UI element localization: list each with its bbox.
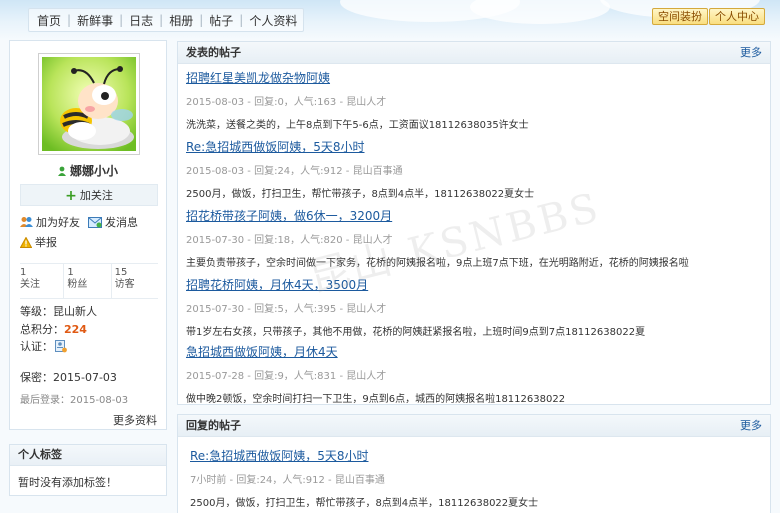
fans-label: 粉丝: [67, 279, 88, 290]
list-item: 招聘红星美凯龙做杂物阿姨 2015-08-03 - 回复:0，人气:163 - …: [186, 69, 762, 131]
birthday-row: 保密：2015-07-03: [20, 369, 117, 385]
post-title-link[interactable]: Re:急招城西做饭阿姨，5天8小时: [190, 447, 766, 464]
post-excerpt: 带1岁左右女孩，只带孩子，其他不用做，花桥的阿姨赶紧报名啦，上班时间9点到7点1…: [186, 327, 646, 338]
birthday-value: 2015-07-03: [53, 371, 117, 384]
nav-separator: |: [119, 13, 124, 27]
level-value: 昆山新人: [53, 305, 97, 318]
level-label: 等级：: [20, 305, 53, 318]
nav-profile[interactable]: 个人资料: [249, 12, 297, 29]
avatar[interactable]: [42, 57, 136, 151]
post-excerpt: 洗洗菜，送餐之类的，上午8点到下午5-6点，工资面议18112638035许女士: [186, 120, 529, 131]
add-friend-icon: [20, 217, 33, 227]
nav-blog[interactable]: 日志: [129, 12, 153, 29]
last-login-value: 2015-08-03: [70, 395, 129, 406]
following-count: 1: [20, 267, 27, 278]
list-item: 急招城西做饭阿姨，月休4天 2015-07-28 - 回复:9，人气:831 -…: [186, 343, 762, 405]
top-nav: 首页 | 新鲜事 | 日志 | 相册 | 帖子 | 个人资料: [28, 8, 304, 32]
follow-button[interactable]: + 加关注: [20, 184, 158, 206]
list-item: 招花桥带孩子阿姨，做6休一，3200月 2015-07-30 - 回复:18，人…: [186, 207, 762, 269]
replied-threads-panel: 回复的帖子 更多 Re:急招城西做饭阿姨，5天8小时 7小时前 - 回复:24，…: [177, 414, 771, 513]
visitors-label: 访客: [114, 279, 135, 290]
post-title-link[interactable]: 招聘红星美凯龙做杂物阿姨: [186, 69, 762, 86]
personal-tags-box: 个人标签 暂时没有添加标签！: [9, 444, 167, 496]
list-item: Re:急招城西做饭阿姨，5天8小时 2015-08-03 - 回复:24，人气:…: [186, 138, 762, 200]
personal-tags-title: 个人标签: [10, 445, 166, 466]
id-card-icon[interactable]: [55, 339, 67, 353]
warning-icon: [20, 236, 32, 248]
nav-album[interactable]: 相册: [169, 12, 193, 29]
nav-separator: |: [199, 13, 204, 27]
post-excerpt: 做中晚2顿饭，空余时间打扫一下卫生，9点到6点，城西的阿姨报名啦18112638…: [186, 394, 566, 405]
replied-more-link[interactable]: 更多: [740, 415, 762, 436]
post-meta: 2015-07-30 - 回复:5，人气:395 - 昆山人才: [186, 304, 387, 315]
points-row: 总积分：224: [20, 321, 87, 337]
post-title-link[interactable]: Re:急招城西做饭阿姨，5天8小时: [186, 138, 762, 155]
points-value: 224: [64, 323, 87, 336]
post-excerpt: 主要负责带孩子，空余时间做一下家务，花桥的阿姨报名啦，9点上班7点下班，在光明路…: [186, 258, 689, 269]
list-item: Re:急招城西做饭阿姨，5天8小时 7小时前 - 回复:24，人气:912 - …: [190, 447, 766, 509]
post-title-link[interactable]: 招聘花桥阿姨，月休4天，3500月: [186, 276, 762, 293]
envelope-icon: [88, 216, 102, 228]
verify-row: 认证：: [20, 338, 67, 354]
post-title-link[interactable]: 招花桥带孩子阿姨，做6休一，3200月: [186, 207, 762, 224]
plus-icon: +: [65, 188, 77, 204]
personal-center-button[interactable]: 个人中心: [709, 8, 765, 25]
nav-separator: |: [239, 13, 244, 27]
more-info-link[interactable]: 更多资料: [113, 412, 157, 428]
post-meta: 2015-07-30 - 回复:18，人气:820 - 昆山人才: [186, 235, 393, 246]
last-login-label: 最后登录：: [20, 395, 70, 406]
replied-threads-title: 回复的帖子: [186, 419, 241, 432]
nav-news[interactable]: 新鲜事: [77, 12, 113, 29]
send-message-label: 发消息: [105, 216, 138, 229]
user-stats: 1 关注 1 粉丝 15 访客: [20, 263, 158, 299]
following-label: 关注: [20, 279, 40, 290]
follow-label: 加关注: [79, 189, 113, 202]
add-friend-label: 加为好友: [36, 216, 80, 229]
fans-stat[interactable]: 1 粉丝: [63, 264, 110, 298]
post-meta: 2015-08-03 - 回复:0，人气:163 - 昆山人才: [186, 97, 387, 108]
nav-separator: |: [159, 13, 164, 27]
username[interactable]: 娜娜小小: [10, 162, 166, 179]
list-item: 招聘花桥阿姨，月休4天，3500月 2015-07-30 - 回复:5，人气:3…: [186, 276, 762, 338]
nav-posts[interactable]: 帖子: [209, 12, 233, 29]
last-login-row: 最后登录：2015-08-03: [20, 391, 128, 406]
post-excerpt: 2500月，做饭，打扫卫生，帮忙带孩子，8点到4点半，18112638022夏女…: [186, 189, 535, 200]
posted-threads-panel: 发表的帖子 更多 招聘红星美凯龙做杂物阿姨 2015-08-03 - 回复:0，…: [177, 41, 771, 405]
username-text: 娜娜小小: [69, 164, 118, 178]
level-row: 等级：昆山新人: [20, 303, 97, 319]
personal-tags-empty: 暂时没有添加标签！: [18, 476, 117, 489]
avatar-frame: [38, 53, 140, 155]
space-decorate-button[interactable]: 空间装扮: [652, 8, 708, 25]
report-label: 举报: [35, 236, 57, 249]
following-stat[interactable]: 1 关注: [20, 264, 63, 298]
birthday-label: 保密：: [20, 371, 53, 384]
visitors-stat[interactable]: 15 访客: [110, 264, 158, 298]
visitors-count: 15: [114, 267, 128, 278]
report-link[interactable]: 举报: [20, 234, 57, 250]
avatar-image: [42, 57, 136, 151]
replied-threads-header: 回复的帖子 更多: [178, 415, 770, 437]
post-meta: 2015-07-28 - 回复:9，人气:831 - 昆山人才: [186, 371, 387, 382]
nav-separator: |: [67, 13, 72, 27]
post-excerpt: 2500月，做饭，打扫卫生，帮忙带孩子，8点到4点半，18112638022夏女…: [190, 498, 539, 509]
verify-label: 认证：: [20, 340, 53, 353]
post-meta: 2015-08-03 - 回复:24，人气:912 - 昆山百事通: [186, 166, 403, 177]
post-title-link[interactable]: 急招城西做饭阿姨，月休4天: [186, 343, 762, 360]
send-message-link[interactable]: 发消息: [88, 214, 138, 230]
user-icon: [57, 165, 66, 176]
post-meta: 7小时前 - 回复:24，人气:912 - 昆山百事通: [190, 475, 385, 486]
nav-home[interactable]: 首页: [37, 12, 61, 29]
points-label: 总积分：: [20, 323, 64, 336]
posted-threads-header: 发表的帖子 更多: [178, 42, 770, 64]
posted-more-link[interactable]: 更多: [740, 42, 762, 63]
posted-threads-title: 发表的帖子: [186, 46, 241, 59]
add-friend-link[interactable]: 加为好友: [20, 214, 80, 230]
profile-sidebar: 娜娜小小 + 加关注 加为好友 发消息 举报 1 关注 1 粉丝 15 访客 等…: [9, 40, 167, 430]
fans-count: 1: [67, 267, 74, 278]
